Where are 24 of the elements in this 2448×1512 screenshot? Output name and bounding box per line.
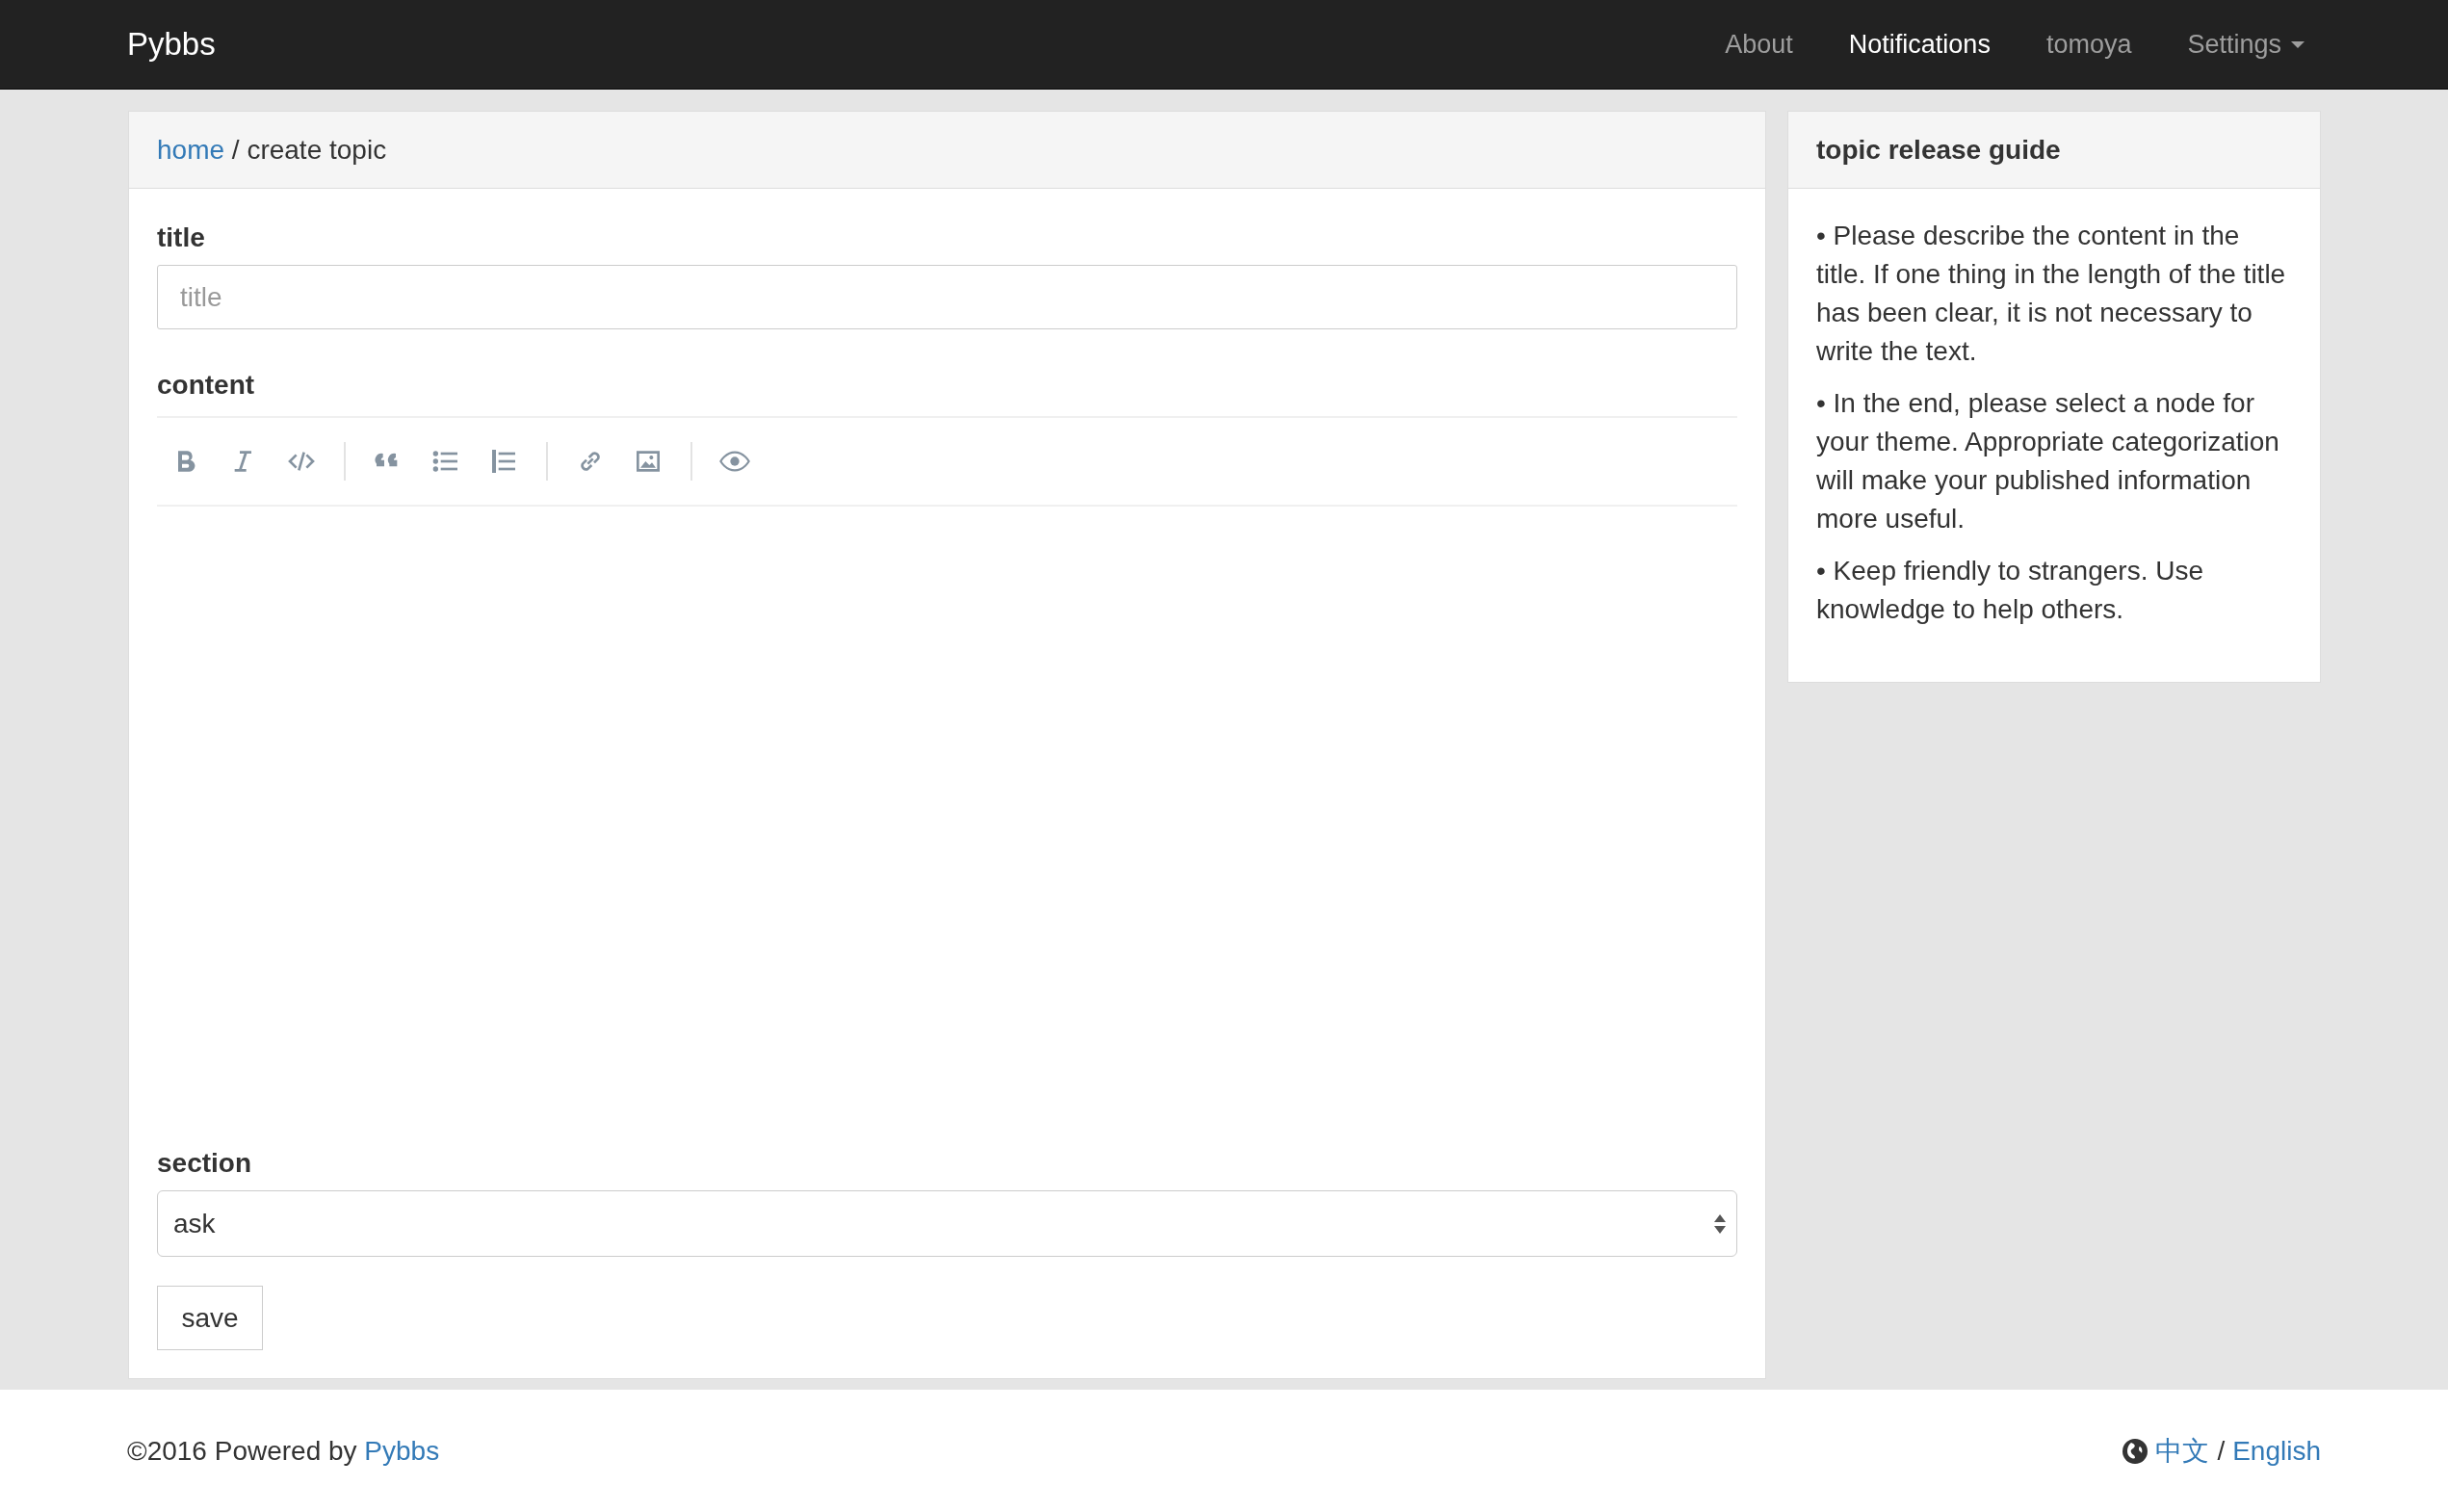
language-separator: / [2217,1435,2226,1467]
brand-logo[interactable]: Pybbs [127,26,216,62]
section-select[interactable]: ask [157,1190,1737,1257]
title-label: title [157,222,206,253]
nav-link[interactable]: About [1697,29,1821,60]
breadcrumb-current: create topic [247,134,387,166]
language-link[interactable]: English [2232,1435,2321,1467]
guide-paragraph: • In the end, please select a node for your theme. Appropriate categorization will make your published information more useful. [1816,387,2280,535]
pybbs-link[interactable]: Pybbs [364,1435,440,1466]
copyright-text: ©2016 Powered by Pybbs [127,1435,440,1467]
section-label: section [157,1148,253,1179]
content-label: content [157,370,256,401]
guide-title: topic release guide [1816,134,2061,166]
language-link[interactable]: 中文 [2155,1432,2210,1470]
nav-link[interactable]: Settings [2159,29,2332,60]
home-link[interactable]: home [157,134,225,166]
breadcrumb-separator: / [231,134,240,166]
save-button[interactable]: save [157,1286,263,1350]
globe-icon [2122,1438,2149,1464]
nav-link[interactable]: tomoya [2018,29,2160,60]
guide-paragraph: • Keep friendly to strangers. Use knowledge to help others. [1816,555,2204,626]
title-input[interactable]: title [157,265,1737,329]
guide-paragraph: • Please describe the content in the title. If one thing in the length of the title has been clear, it is not necessary to write the text. [1816,220,2287,368]
nav-link[interactable]: Notifications [1820,29,2018,60]
